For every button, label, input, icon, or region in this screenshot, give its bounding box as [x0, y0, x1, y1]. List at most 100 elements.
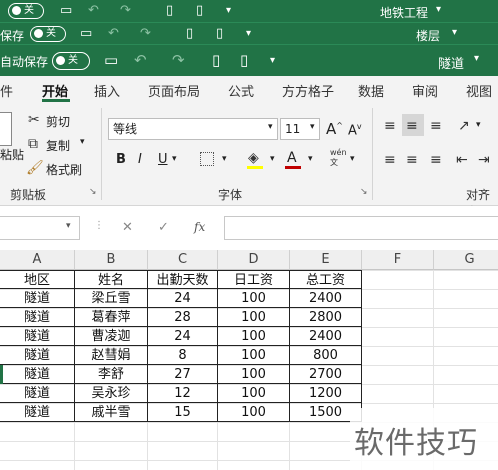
chevron-down-icon[interactable]: ▾: [474, 53, 479, 64]
document-icon[interactable]: ▯: [240, 53, 248, 68]
table-header-cell[interactable]: 日工资: [218, 270, 290, 289]
underline-button[interactable]: U: [158, 152, 168, 167]
dialog-launcher-icon[interactable]: ↘: [360, 187, 368, 197]
decrease-indent-icon[interactable]: ⇤: [456, 152, 468, 168]
table-cell[interactable]: 100: [218, 365, 290, 384]
table-cell[interactable]: 隧道: [0, 308, 75, 327]
table-cell[interactable]: 8: [148, 346, 218, 365]
undo-icon[interactable]: ↶: [134, 53, 147, 68]
customize-qat-icon[interactable]: ▾: [270, 54, 275, 68]
save-icon[interactable]: ▭: [104, 53, 118, 68]
col-header-d[interactable]: D: [218, 250, 290, 270]
chevron-down-icon[interactable]: ▾: [452, 27, 457, 38]
table-cell[interactable]: 戚半雪: [75, 403, 148, 422]
scissors-icon[interactable]: ✂: [28, 112, 40, 128]
chevron-down-icon[interactable]: ▾: [222, 154, 227, 164]
table-cell[interactable]: 100: [218, 327, 290, 346]
table-cell[interactable]: 2400: [290, 327, 362, 346]
table-cell[interactable]: 隧道: [0, 289, 75, 308]
bold-button[interactable]: B: [116, 152, 126, 167]
paste-icon[interactable]: [0, 112, 12, 146]
align-bottom-icon[interactable]: ≡: [430, 118, 442, 134]
dialog-launcher-icon[interactable]: ↘: [89, 187, 97, 197]
col-header-b[interactable]: B: [75, 250, 148, 270]
chevron-down-icon[interactable]: ▾: [436, 4, 441, 15]
font-color-button[interactable]: A: [287, 150, 297, 166]
align-middle-icon[interactable]: ≡: [406, 118, 418, 134]
paste-label[interactable]: 粘贴: [0, 146, 24, 163]
print-preview-icon[interactable]: ▯: [166, 4, 173, 18]
increase-indent-icon[interactable]: ⇥: [478, 152, 490, 168]
document-icon[interactable]: ▯: [196, 4, 203, 18]
insert-function-button[interactable]: fx: [194, 220, 205, 234]
col-header-e[interactable]: E: [290, 250, 362, 270]
table-cell[interactable]: 隧道: [0, 365, 75, 384]
table-cell[interactable]: 100: [218, 346, 290, 365]
redo-icon[interactable]: ↷: [120, 4, 131, 18]
table-cell[interactable]: 1200: [290, 384, 362, 403]
table-cell[interactable]: 隧道: [0, 346, 75, 365]
tab-file[interactable]: 件: [0, 81, 13, 100]
tab-data[interactable]: 数据: [358, 81, 384, 100]
chevron-down-icon[interactable]: ▾: [308, 154, 313, 164]
chevron-down-icon[interactable]: ▾: [350, 154, 355, 164]
tab-insert[interactable]: 插入: [94, 81, 120, 100]
align-center-icon[interactable]: ≡: [406, 152, 418, 168]
table-cell[interactable]: 2400: [290, 289, 362, 308]
table-cell[interactable]: 吴永珍: [75, 384, 148, 403]
table-cell[interactable]: 24: [148, 289, 218, 308]
format-painter-button[interactable]: 格式刷: [46, 161, 82, 178]
chevron-down-icon[interactable]: ▾: [268, 122, 273, 132]
chevron-down-icon[interactable]: ▾: [172, 154, 177, 164]
table-cell[interactable]: 24: [148, 327, 218, 346]
save-icon[interactable]: ▭: [60, 4, 72, 18]
col-header-a[interactable]: A: [0, 250, 75, 270]
enter-icon[interactable]: ✓: [158, 220, 169, 235]
table-cell[interactable]: 曹凌迦: [75, 327, 148, 346]
table-cell[interactable]: 12: [148, 384, 218, 403]
formula-input[interactable]: [224, 216, 498, 240]
align-left-icon[interactable]: ≡: [384, 152, 396, 168]
chevron-down-icon[interactable]: ▾: [80, 137, 85, 147]
table-header-cell[interactable]: 地区: [0, 270, 75, 289]
autosave-toggle-3[interactable]: 关: [52, 52, 90, 70]
table-header-cell[interactable]: 总工资: [290, 270, 362, 289]
align-top-icon[interactable]: ≡: [384, 118, 396, 134]
table-cell[interactable]: 隧道: [0, 384, 75, 403]
table-header-cell[interactable]: 出勤天数: [148, 270, 218, 289]
chevron-down-icon[interactable]: ▾: [476, 120, 481, 130]
table-header-cell[interactable]: 姓名: [75, 270, 148, 289]
phonetic-guide-button[interactable]: wén 文: [330, 148, 347, 168]
table-cell[interactable]: 李舒: [75, 365, 148, 384]
decrease-font-size-button[interactable]: Av: [348, 122, 362, 138]
col-header-c[interactable]: C: [148, 250, 218, 270]
cut-button[interactable]: 剪切: [46, 113, 70, 130]
tab-review[interactable]: 审阅: [412, 81, 438, 100]
save-icon[interactable]: ▭: [80, 27, 92, 41]
undo-icon[interactable]: ↶: [88, 4, 99, 18]
print-preview-icon[interactable]: ▯: [212, 53, 220, 68]
col-header-g[interactable]: G: [434, 250, 498, 270]
chevron-down-icon[interactable]: ▾: [270, 154, 275, 164]
table-cell[interactable]: 2800: [290, 308, 362, 327]
tab-fangfange[interactable]: 方方格子: [282, 81, 334, 100]
document-icon[interactable]: ▯: [216, 27, 223, 41]
table-cell[interactable]: 100: [218, 308, 290, 327]
align-right-icon[interactable]: ≡: [430, 152, 442, 168]
table-cell[interactable]: 隧道: [0, 327, 75, 346]
table-cell[interactable]: 800: [290, 346, 362, 365]
table-cell[interactable]: 100: [218, 403, 290, 422]
autosave-toggle-2[interactable]: 关: [30, 26, 66, 42]
table-cell[interactable]: 27: [148, 365, 218, 384]
autosave-toggle-1[interactable]: 关: [8, 3, 44, 19]
tab-page-layout[interactable]: 页面布局: [148, 81, 200, 100]
font-name-box[interactable]: 等线: [108, 118, 278, 140]
table-cell[interactable]: 隧道: [0, 403, 75, 422]
table-cell[interactable]: 2700: [290, 365, 362, 384]
italic-button[interactable]: I: [138, 152, 142, 167]
chevron-down-icon[interactable]: ▾: [310, 122, 315, 132]
format-painter-icon[interactable]: 🖌: [26, 160, 44, 176]
redo-icon[interactable]: ↷: [172, 53, 185, 68]
table-cell[interactable]: 100: [218, 384, 290, 403]
table-cell[interactable]: 15: [148, 403, 218, 422]
